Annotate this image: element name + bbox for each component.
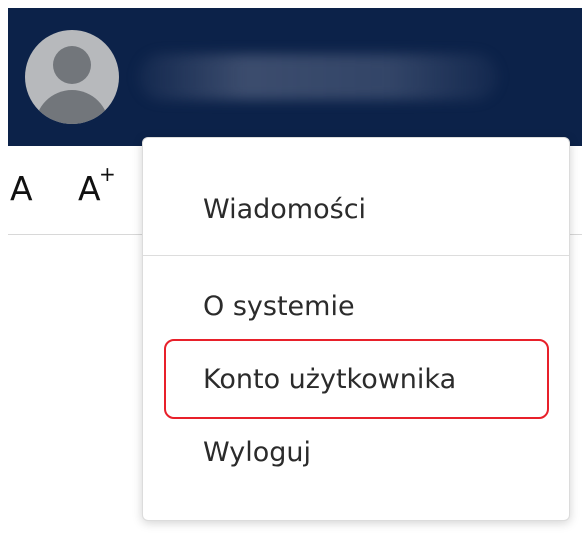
avatar-head-shape <box>53 46 91 84</box>
menu-item-about-system[interactable]: O systemie <box>203 293 355 320</box>
font-size-increase-button[interactable]: A + <box>78 164 116 208</box>
font-size-decrease-button[interactable]: A <box>10 172 33 205</box>
menu-item-user-account[interactable]: Konto użytkownika <box>203 366 456 393</box>
menu-divider <box>143 255 569 256</box>
font-increase-plus-icon: + <box>99 162 116 186</box>
font-increase-letter: A <box>78 169 101 208</box>
user-name-blurred[interactable] <box>138 54 498 100</box>
user-dropdown-menu: Wiadomości O systemie Konto użytkownika … <box>142 137 570 521</box>
user-avatar-icon[interactable] <box>25 30 119 124</box>
menu-item-messages[interactable]: Wiadomości <box>203 196 366 223</box>
top-header-bar <box>8 8 582 146</box>
avatar-body-shape <box>35 90 109 124</box>
menu-item-logout[interactable]: Wyloguj <box>203 439 311 466</box>
